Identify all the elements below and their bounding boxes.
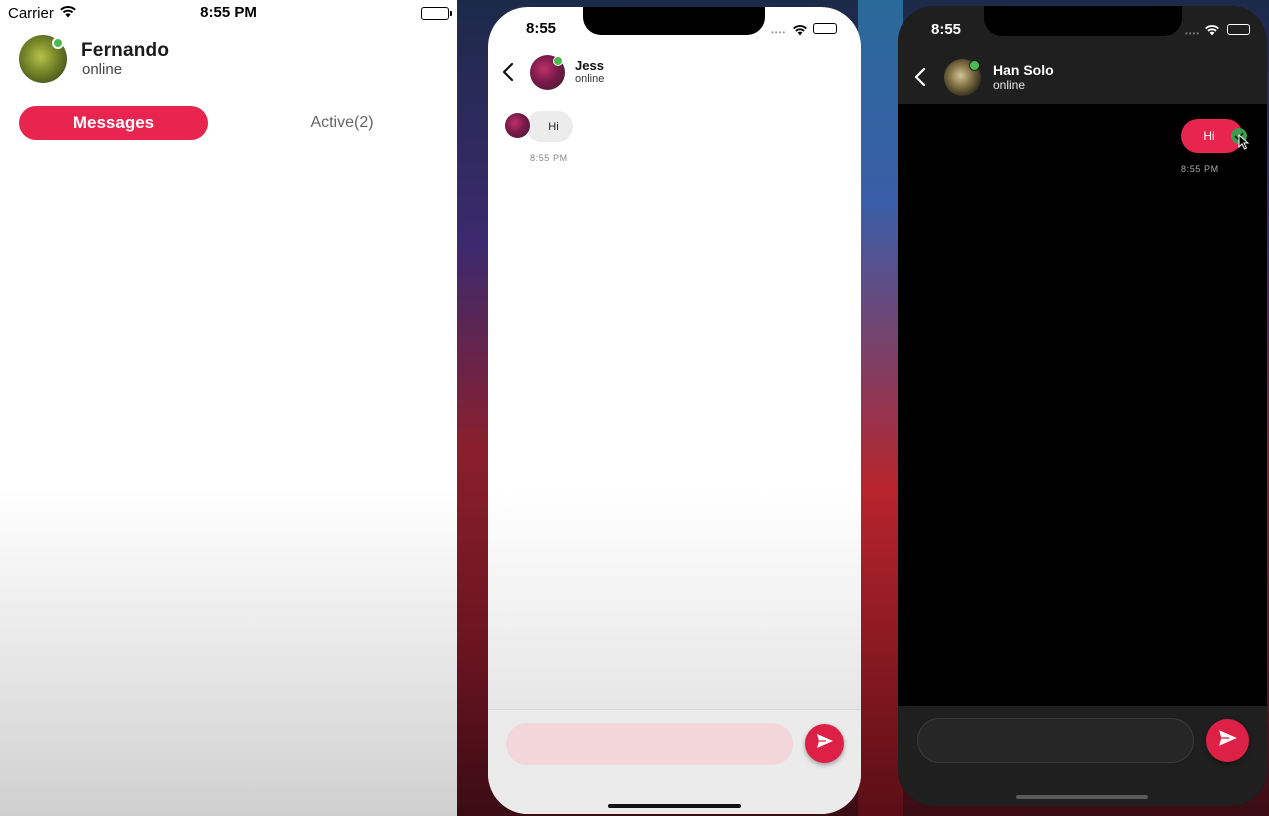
contact-status: online [575, 73, 605, 85]
home-indicator[interactable] [608, 804, 741, 808]
desktop-background [858, 0, 903, 816]
user-name: Fernando [81, 40, 170, 61]
message-input[interactable] [506, 723, 793, 765]
message-timestamp: 8:55 PM [530, 153, 568, 163]
signal-dots-icon: •••• [771, 28, 787, 37]
send-icon [1218, 729, 1238, 752]
user-status: online [82, 61, 123, 78]
status-time: 8:55 [526, 20, 557, 37]
wifi-icon [792, 23, 808, 41]
send-button[interactable] [805, 724, 844, 763]
send-icon [816, 733, 834, 754]
send-button[interactable] [1206, 719, 1249, 762]
battery-icon [421, 7, 452, 20]
phone-chat-light: 8:55 •••• Jess online Hi 8:55 PM [488, 7, 861, 814]
status-time: 8:55 [931, 21, 962, 38]
tab-messages[interactable]: Messages [19, 106, 208, 140]
contact-name: Jess [575, 58, 604, 73]
message-avatar [505, 113, 530, 138]
online-indicator [969, 60, 980, 71]
cursor-icon [1238, 133, 1250, 155]
phone-notch [984, 6, 1182, 36]
battery-icon [813, 23, 837, 34]
phone-notch [583, 7, 765, 35]
contact-status: online [993, 78, 1026, 92]
message-input[interactable] [917, 718, 1194, 763]
online-indicator [52, 37, 64, 49]
phone-messages-list: Carrier 8:55 PM Fernando online Messages… [0, 0, 457, 816]
tab-active[interactable]: Active(2) [268, 106, 416, 140]
back-chevron-icon[interactable] [914, 67, 926, 91]
message-bubble[interactable]: Hi [526, 111, 573, 142]
status-bar: Carrier 8:55 PM [0, 0, 457, 27]
contact-name: Han Solo [993, 62, 1054, 78]
online-indicator [553, 56, 563, 66]
composer-bar [898, 706, 1267, 806]
battery-icon [1227, 24, 1250, 35]
composer-bar [488, 709, 861, 814]
wifi-icon [1204, 23, 1220, 41]
phone-chat-dark: 8:55 •••• Han Solo online Hi 8:55 PM [898, 6, 1267, 806]
signal-dots-icon: •••• [1185, 29, 1201, 38]
home-indicator[interactable] [1016, 795, 1148, 799]
status-time: 8:55 PM [200, 4, 257, 21]
back-chevron-icon[interactable] [502, 62, 514, 86]
message-timestamp: 8:55 PM [1181, 164, 1219, 174]
